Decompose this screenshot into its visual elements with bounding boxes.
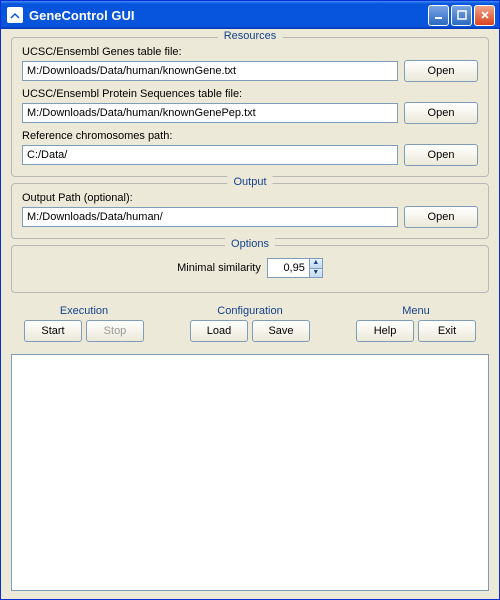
similarity-input[interactable] bbox=[267, 258, 309, 278]
resources-group: Resources UCSC/Ensembl Genes table file:… bbox=[11, 37, 489, 177]
chrom-field: Reference chromosomes path: Open bbox=[22, 130, 478, 166]
save-button[interactable]: Save bbox=[252, 320, 310, 342]
menu-group: Menu Help Exit bbox=[343, 305, 489, 342]
execution-title: Execution bbox=[11, 305, 157, 317]
protein-open-button[interactable]: Open bbox=[404, 102, 478, 124]
similarity-up-button[interactable]: ▲ bbox=[310, 259, 322, 269]
output-path-field: Output Path (optional): Open bbox=[22, 192, 478, 228]
execution-group: Execution Start Stop bbox=[11, 305, 157, 342]
exit-button[interactable]: Exit bbox=[418, 320, 476, 342]
action-row: Execution Start Stop Configuration Load … bbox=[11, 305, 489, 342]
chrom-input[interactable] bbox=[22, 145, 398, 165]
log-output[interactable] bbox=[11, 354, 489, 591]
app-icon bbox=[7, 7, 23, 23]
maximize-button[interactable] bbox=[451, 5, 472, 26]
protein-label: UCSC/Ensembl Protein Sequences table fil… bbox=[22, 88, 478, 100]
resources-title: Resources bbox=[218, 30, 283, 42]
content-area: Resources UCSC/Ensembl Genes table file:… bbox=[1, 29, 499, 599]
configuration-title: Configuration bbox=[177, 305, 323, 317]
output-path-label: Output Path (optional): bbox=[22, 192, 478, 204]
genes-input[interactable] bbox=[22, 61, 398, 81]
genes-field: UCSC/Ensembl Genes table file: Open bbox=[22, 46, 478, 82]
chrom-open-button[interactable]: Open bbox=[404, 144, 478, 166]
genes-open-button[interactable]: Open bbox=[404, 60, 478, 82]
protein-field: UCSC/Ensembl Protein Sequences table fil… bbox=[22, 88, 478, 124]
configuration-group: Configuration Load Save bbox=[177, 305, 323, 342]
genes-label: UCSC/Ensembl Genes table file: bbox=[22, 46, 478, 58]
stop-button[interactable]: Stop bbox=[86, 320, 144, 342]
minimize-button[interactable] bbox=[428, 5, 449, 26]
options-title: Options bbox=[225, 238, 275, 250]
protein-input[interactable] bbox=[22, 103, 398, 123]
options-group: Options Minimal similarity ▲ ▼ bbox=[11, 245, 489, 293]
titlebar: GeneControl GUI bbox=[1, 1, 499, 29]
window-title: GeneControl GUI bbox=[29, 8, 428, 23]
app-window: GeneControl GUI Resources UCSC/Ensembl G… bbox=[0, 0, 500, 600]
similarity-label: Minimal similarity bbox=[177, 262, 261, 274]
similarity-down-button[interactable]: ▼ bbox=[310, 269, 322, 278]
menu-title: Menu bbox=[343, 305, 489, 317]
window-controls bbox=[428, 5, 495, 26]
output-title: Output bbox=[227, 176, 272, 188]
close-button[interactable] bbox=[474, 5, 495, 26]
chrom-label: Reference chromosomes path: bbox=[22, 130, 478, 142]
output-group: Output Output Path (optional): Open bbox=[11, 183, 489, 239]
help-button[interactable]: Help bbox=[356, 320, 414, 342]
similarity-spinner: ▲ ▼ bbox=[267, 258, 323, 278]
load-button[interactable]: Load bbox=[190, 320, 248, 342]
start-button[interactable]: Start bbox=[24, 320, 82, 342]
output-open-button[interactable]: Open bbox=[404, 206, 478, 228]
output-path-input[interactable] bbox=[22, 207, 398, 227]
